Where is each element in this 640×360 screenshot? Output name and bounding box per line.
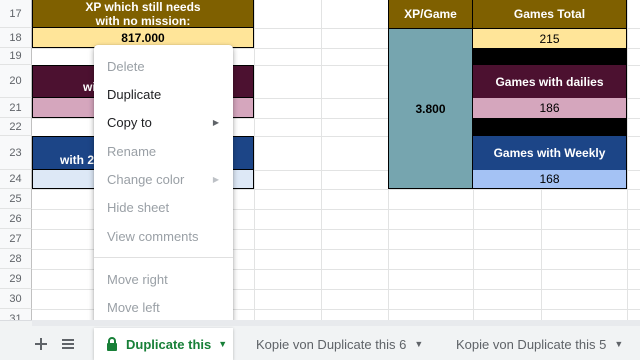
menu-item-duplicate-label: Duplicate	[107, 86, 162, 102]
xp-game-value[interactable]: 3.800	[388, 29, 473, 189]
row-header-22[interactable]: 22	[0, 118, 32, 136]
menu-item-change-color[interactable]: Change color ▶	[94, 167, 233, 191]
row-header-28[interactable]: 28	[0, 249, 32, 269]
row-header-18[interactable]: 18	[0, 28, 32, 48]
xp-remaining-header-line1: XP which still needs	[85, 0, 201, 14]
row-header-17[interactable]: 17	[0, 0, 32, 28]
row-header-23[interactable]: 23	[0, 136, 32, 170]
submenu-arrow-icon: ▶	[212, 174, 219, 184]
plus-icon	[35, 338, 47, 350]
gridline	[627, 0, 628, 320]
tab-dropdown-arrow-icon[interactable]: ▼	[414, 339, 423, 349]
row-header-21[interactable]: 21	[0, 98, 32, 118]
row-header-26[interactable]: 26	[0, 209, 32, 229]
tab-dropdown-arrow-icon[interactable]: ▼	[218, 339, 227, 349]
menu-item-rename[interactable]: Rename	[94, 139, 233, 163]
menu-item-hide-sheet-label: Hide sheet	[107, 199, 170, 215]
black-spacer-cell[interactable]	[473, 118, 627, 136]
menu-item-copy-to[interactable]: Copy to ▶	[94, 110, 233, 134]
menu-item-move-left-label: Move left	[107, 299, 160, 315]
menu-item-duplicate[interactable]: Duplicate	[94, 82, 233, 106]
games-weekly-value[interactable]: 168	[473, 170, 627, 189]
tab-dropdown-arrow-icon[interactable]: ▼	[614, 339, 623, 349]
xp-game-header[interactable]: XP/Game	[388, 0, 473, 29]
gridline	[254, 0, 255, 320]
sheet-tab-kopie-6[interactable]: Kopie von Duplicate this 6 ▼	[254, 328, 434, 360]
games-total-value[interactable]: 215	[473, 29, 627, 48]
list-icon	[62, 339, 74, 349]
sheet-tab-kopie-5[interactable]: Kopie von Duplicate this 5 ▼	[456, 328, 640, 360]
all-sheets-button[interactable]	[57, 333, 79, 355]
row-header-29[interactable]: 29	[0, 269, 32, 289]
menu-item-view-comments[interactable]: View comments	[94, 224, 233, 248]
sheet-tab-duplicate-this[interactable]: Duplicate this ▼	[94, 328, 233, 360]
menu-separator	[94, 257, 233, 258]
row-header-20[interactable]: 20	[0, 65, 32, 98]
menu-item-rename-label: Rename	[107, 143, 157, 159]
row-header-30[interactable]: 30	[0, 289, 32, 309]
lock-icon	[107, 337, 117, 351]
black-spacer-cell[interactable]	[473, 48, 627, 65]
games-dailies-value[interactable]: 186	[473, 98, 627, 118]
sheet-tab-label: Duplicate this	[126, 336, 212, 352]
menu-item-change-color-label: Change color	[107, 171, 185, 187]
row-header-25[interactable]: 25	[0, 189, 32, 209]
menu-item-hide-sheet[interactable]: Hide sheet	[94, 195, 233, 219]
games-dailies-header[interactable]: Games with dailies	[473, 65, 627, 98]
games-weekly-header[interactable]: Games with Weekly	[473, 136, 627, 170]
menu-item-view-comments-label: View comments	[107, 228, 199, 244]
menu-item-delete-label: Delete	[107, 58, 145, 74]
row-header-24[interactable]: 24	[0, 170, 32, 189]
gridline	[321, 0, 322, 320]
menu-item-copy-to-label: Copy to	[107, 114, 152, 130]
row-header-31[interactable]: 31	[0, 309, 32, 320]
menu-item-delete[interactable]: Delete	[94, 54, 233, 78]
games-total-header[interactable]: Games Total	[473, 0, 627, 29]
weekly-label-fragment: with 2	[60, 153, 95, 167]
xp-remaining-header[interactable]: XP which still needs with no mission:	[32, 0, 254, 28]
add-sheet-button[interactable]	[30, 333, 52, 355]
row-header-27[interactable]: 27	[0, 229, 32, 249]
menu-item-move-right[interactable]: Move right	[94, 267, 233, 291]
xp-remaining-header-line2: with no mission:	[95, 13, 191, 28]
horizontal-scrollbar[interactable]	[32, 320, 640, 326]
menu-item-move-right-label: Move right	[107, 271, 168, 287]
sheet-tab-label: Kopie von Duplicate this 6	[256, 336, 407, 352]
submenu-arrow-icon: ▶	[212, 117, 219, 127]
row-header-19[interactable]: 19	[0, 48, 32, 65]
sheet-context-menu: Delete Duplicate Copy to ▶ Rename Change …	[94, 45, 233, 325]
sheet-tab-label: Kopie von Duplicate this 5	[456, 336, 607, 352]
menu-item-move-left[interactable]: Move left	[94, 295, 233, 319]
